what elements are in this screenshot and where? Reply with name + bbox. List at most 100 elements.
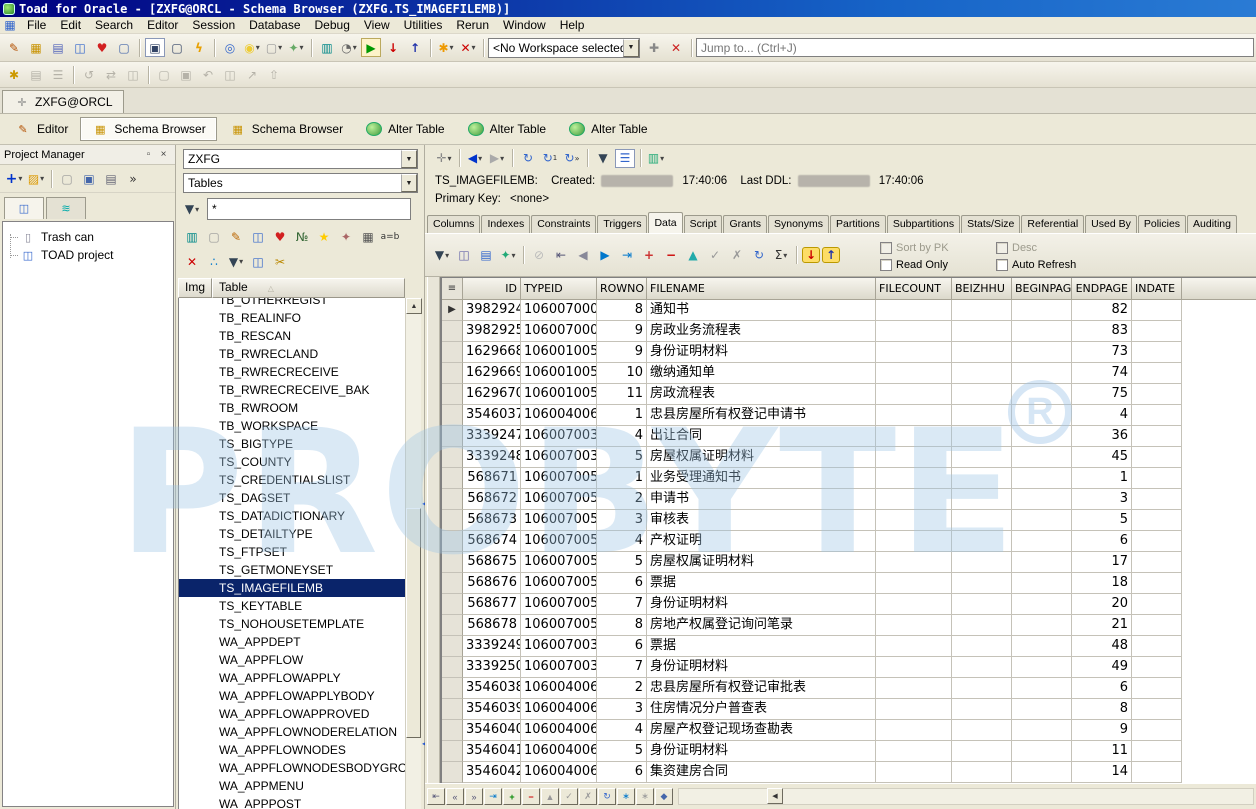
- cell-filename[interactable]: 忠县房屋所有权登记申请书: [647, 405, 876, 426]
- cell-beginpage[interactable]: [1012, 426, 1072, 447]
- import-table-icon[interactable]: [802, 247, 820, 263]
- cell-typeid[interactable]: 1060070054: [521, 531, 597, 552]
- cell-filecount[interactable]: [876, 489, 952, 510]
- cell-rowno[interactable]: 4: [597, 720, 647, 741]
- cell-beginpage[interactable]: [1012, 594, 1072, 615]
- cell-beizhhu[interactable]: [952, 615, 1012, 636]
- cell-endpage[interactable]: 9: [1072, 720, 1132, 741]
- cell-filecount[interactable]: [876, 468, 952, 489]
- cell-rowno[interactable]: 8: [597, 615, 647, 636]
- cell-endpage[interactable]: 6: [1072, 678, 1132, 699]
- row-selector[interactable]: ▶: [442, 300, 463, 321]
- column-header-typeid[interactable]: TYPEID: [521, 278, 597, 300]
- cell-indate[interactable]: [1132, 468, 1182, 489]
- project-manager-tab[interactable]: [46, 197, 86, 219]
- table-list-item[interactable]: WA_APPFLOWNODERELATION: [179, 723, 405, 741]
- next-page-icon[interactable]: [465, 788, 483, 805]
- table-list-item[interactable]: TS_DAGSET: [179, 489, 405, 507]
- row-selector[interactable]: [442, 363, 463, 384]
- cell-beginpage[interactable]: [1012, 405, 1072, 426]
- cell-filename[interactable]: 票据: [647, 573, 876, 594]
- cell-id[interactable]: 568676: [463, 573, 521, 594]
- cell-id[interactable]: 568678: [463, 615, 521, 636]
- cell-indate[interactable]: [1132, 636, 1182, 657]
- table-list-item[interactable]: TS_GETMONEYSET: [179, 561, 405, 579]
- cell-id[interactable]: 568672: [463, 489, 521, 510]
- cell-rowno[interactable]: 6: [597, 573, 647, 594]
- cell-typeid[interactable]: 1060040065: [521, 405, 597, 426]
- cell-id[interactable]: 3982925: [463, 321, 521, 342]
- cell-filecount[interactable]: [876, 363, 952, 384]
- grid-row[interactable]: 354603910600400653住房情况分户普查表8: [442, 699, 1256, 720]
- cell-filename[interactable]: 审核表: [647, 510, 876, 531]
- insert-row-icon[interactable]: [503, 788, 521, 805]
- cell-filename[interactable]: 产权证明: [647, 531, 876, 552]
- cell-indate[interactable]: [1132, 594, 1182, 615]
- grid-row[interactable]: 398292510600700019房政业务流程表83: [442, 321, 1256, 342]
- cell-indate[interactable]: [1132, 510, 1182, 531]
- insert-record-icon[interactable]: [639, 246, 659, 265]
- name-filter-input[interactable]: [207, 198, 411, 220]
- grid-row[interactable]: 1629669106001005810缴纳通知单74: [442, 363, 1256, 384]
- checkbox-desc[interactable]: Desc: [996, 239, 1108, 256]
- column-header-beginpage[interactable]: BEGINPAGE: [1012, 278, 1072, 300]
- rebuild-table-icon[interactable]: [336, 227, 356, 246]
- table-list-item[interactable]: TS_IMAGEFILEMB: [179, 579, 405, 597]
- cell-filename[interactable]: 住房情况分户普查表: [647, 699, 876, 720]
- options-icon[interactable]: [4, 65, 24, 84]
- table-list-item[interactable]: TB_RWRECRECEIVE_BAK: [179, 381, 405, 399]
- revert-icon[interactable]: [198, 65, 218, 84]
- table-list-item[interactable]: TB_RESCAN: [179, 327, 405, 345]
- cell-endpage[interactable]: 11: [1072, 741, 1132, 762]
- cell-typeid[interactable]: 1060010058: [521, 342, 597, 363]
- cell-typeid[interactable]: 1060040065: [521, 678, 597, 699]
- cell-filecount[interactable]: [876, 699, 952, 720]
- last-record-icon[interactable]: [617, 246, 637, 265]
- grid-row[interactable]: 56867310600700543审核表5: [442, 510, 1256, 531]
- scroll-up-icon[interactable]: ▲: [406, 298, 422, 314]
- row-selector[interactable]: [442, 531, 463, 552]
- pin-icon[interactable]: ▫: [141, 148, 156, 162]
- cell-endpage[interactable]: 14: [1072, 762, 1132, 783]
- row-selector[interactable]: [442, 489, 463, 510]
- cell-rowno[interactable]: 7: [597, 594, 647, 615]
- generate-data-icon[interactable]: [204, 252, 224, 271]
- cell-beizhhu[interactable]: [952, 531, 1012, 552]
- cell-beizhhu[interactable]: [952, 594, 1012, 615]
- cancel-row-icon[interactable]: [579, 788, 597, 805]
- grid-row[interactable]: 1629670106001005811房政流程表75: [442, 384, 1256, 405]
- new-document-icon[interactable]: [264, 38, 284, 57]
- cell-beginpage[interactable]: [1012, 636, 1072, 657]
- cell-id[interactable]: 3546040: [463, 720, 521, 741]
- cell-endpage[interactable]: 18: [1072, 573, 1132, 594]
- table-list-item[interactable]: TB_RWRECRECEIVE: [179, 363, 405, 381]
- tab-referential[interactable]: Referential: [1021, 215, 1084, 233]
- object-list-icon[interactable]: [615, 149, 635, 168]
- cell-rowno[interactable]: 1: [597, 405, 647, 426]
- cell-beizhhu[interactable]: [952, 363, 1012, 384]
- cell-filecount[interactable]: [876, 300, 952, 321]
- row-selector[interactable]: [442, 615, 463, 636]
- cell-beizhhu[interactable]: [952, 342, 1012, 363]
- cell-endpage[interactable]: 73: [1072, 342, 1132, 363]
- cell-filecount[interactable]: [876, 384, 952, 405]
- table-list-item[interactable]: WA_APPFLOWAPPROVED: [179, 705, 405, 723]
- cell-endpage[interactable]: 5: [1072, 510, 1132, 531]
- cell-filecount[interactable]: [876, 741, 952, 762]
- row-selector[interactable]: [442, 657, 463, 678]
- table-list-item[interactable]: TB_RWRECLAND: [179, 345, 405, 363]
- table-list-item[interactable]: TS_NOHOUSETEMPLATE: [179, 615, 405, 633]
- cell-typeid[interactable]: 1060040065: [521, 699, 597, 720]
- table-list-item[interactable]: TS_BIGTYPE: [179, 435, 405, 453]
- tab-triggers[interactable]: Triggers: [597, 215, 647, 233]
- checkbox-read-only[interactable]: Read Only: [880, 256, 992, 273]
- window-tab-alter-table[interactable]: Alter Table: [457, 117, 556, 141]
- cell-endpage[interactable]: 20: [1072, 594, 1132, 615]
- cell-beizhhu[interactable]: [952, 426, 1012, 447]
- cell-id[interactable]: 3546037: [463, 405, 521, 426]
- filter-list-icon[interactable]: [226, 252, 246, 271]
- cell-typeid[interactable]: 1060070054: [521, 573, 597, 594]
- menu-debug[interactable]: Debug: [308, 18, 357, 33]
- combo-dropdown-icon[interactable]: ▼: [401, 150, 417, 168]
- cell-filecount[interactable]: [876, 342, 952, 363]
